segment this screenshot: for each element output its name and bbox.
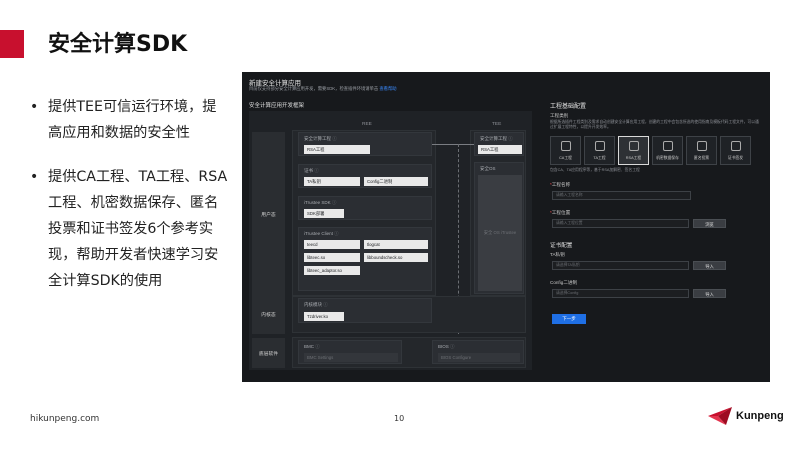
ta-project-value: RSA工程 (478, 145, 522, 154)
project-location-label: *工程位置 (550, 210, 571, 215)
config-cert-chip: Config二进制 (364, 177, 428, 186)
form-title: 工程基础配置 (550, 104, 587, 110)
bullet-text: 提供TEE可信运行环境，提高应用和数据的安全性 (48, 99, 217, 141)
kernel-mode-label: 内核态 (252, 294, 285, 334)
footer-url: hikunpeng.com (30, 414, 100, 424)
type-card-anonymous-vote[interactable]: 匿名投票 (686, 136, 717, 165)
tee-os-label: 安全OS (480, 166, 496, 171)
kernel-module-label: 内核模块 ⓘ (304, 302, 328, 307)
ree-column-label: REE (362, 122, 372, 127)
help-link[interactable]: 查看帮助 (379, 86, 396, 91)
tee-column-label: TEE (492, 122, 502, 127)
ta-project-box: 安全计算工程 ⓘ RSA工程 (474, 132, 524, 156)
project-type-desc: 根据所选插件工程类别及需求自动创建安全计算应用工程，创建的工程中会包含所选的使用… (550, 120, 759, 129)
bullet-dot-icon: • (30, 99, 39, 115)
ca-project-box: 安全计算工程 ⓘ RSA工程 (298, 132, 432, 156)
client-item-libteec: libteec.so (304, 253, 360, 262)
help-icon: ⓘ (450, 344, 455, 349)
type-card-ta[interactable]: TA工程 (584, 136, 615, 165)
config-input[interactable]: 请选择Config (552, 289, 689, 298)
client-item-libteec-adaptor: libteec_adaptor.so (304, 266, 360, 275)
help-icon: ⓘ (334, 231, 339, 236)
ca-project-value: RSA工程 (304, 145, 370, 154)
ta-project-label: 安全计算工程 ⓘ (480, 136, 513, 141)
itrustee-sdk-box: iTrustee SDK ⓘ SDK部署 (298, 196, 432, 220)
itrustee-client-box: iTrustee Client ⓘ teecd tlogcat libteec.… (298, 227, 432, 291)
bullet-dot-icon: • (30, 169, 39, 185)
slide-title: 安全计算SDK (48, 32, 188, 57)
arch-panel-title: 安全计算应用开发框架 (249, 103, 305, 109)
next-step-button[interactable]: 下一步 (552, 314, 586, 324)
import-ta-key-button[interactable]: 导入 (693, 261, 726, 270)
secure-storage-icon (663, 141, 673, 151)
ca-project-label: 安全计算工程 ⓘ (304, 136, 337, 141)
bmc-box: BMC ⓘ BMC Settings (298, 340, 402, 364)
bullet-text: 提供CA工程、TA工程、RSA工程、机密数据保存、匿名投票和证书签发6个参考实现… (48, 169, 228, 289)
kunpeng-logo-icon (708, 407, 732, 425)
project-type-label: 工程类别 (550, 113, 569, 118)
bullet-item: • 提供CA工程、TA工程、RSA工程、机密数据保存、匿名投票和证书签发6个参考… (30, 164, 230, 294)
bios-label: BIOS ⓘ (438, 344, 455, 349)
itrustee-client-label: iTrustee Client ⓘ (304, 231, 339, 236)
sdk-deploy-chip: SDK部署 (304, 209, 344, 218)
tee-os-box: 安全OS 安全 OS iTrustee (474, 162, 524, 294)
config-label: Config二进制 (550, 280, 578, 285)
help-icon: ⓘ (331, 200, 337, 205)
client-item-libboundscheck: libboundscheck.so (364, 253, 428, 262)
project-location-input[interactable]: 请输入工程位置 (552, 219, 689, 228)
help-icon: ⓘ (332, 136, 337, 141)
certificate-label: 证书 ⓘ (304, 168, 319, 173)
title-accent-bar (0, 30, 24, 58)
project-name-input[interactable]: 请输入工程名称 (552, 191, 691, 200)
ta-project-icon (595, 141, 605, 151)
tee-os-fill: 安全 OS iTrustee (478, 175, 522, 291)
bullet-item: • 提供TEE可信运行环境，提高应用和数据的安全性 (30, 94, 230, 146)
help-icon: ⓘ (314, 168, 319, 173)
type-card-rsa[interactable]: RSA工程 (618, 136, 649, 165)
page-number: 10 (394, 414, 405, 423)
project-type-note: 包含CA、TA应用程序等，基于RSA加解密、签名工程 (550, 168, 640, 172)
firmware-label: 底层软件 (252, 338, 285, 368)
kernel-module-box: 内核模块 ⓘ Tzdriver.ko (298, 298, 432, 323)
client-item-tlogcat: tlogcat (364, 240, 428, 249)
help-icon: ⓘ (323, 302, 328, 307)
type-card-ca[interactable]: CA工程 (550, 136, 581, 165)
bios-input[interactable]: BIOS Configure (438, 353, 520, 362)
browse-button[interactable]: 浏览 (693, 219, 726, 228)
itrustee-sdk-label: iTrustee SDK ⓘ (304, 200, 337, 205)
subtitle-text: 目前仅支持部分安全计算应用开发，需要SDK，检查插件环境请单击 (249, 86, 379, 91)
logo-wordmark: Kunpeng (736, 410, 784, 422)
ide-screenshot: 新建安全计算应用 目前仅支持部分安全计算应用开发，需要SDK，检查插件环境请单击… (242, 72, 770, 382)
connector-line (458, 144, 474, 145)
rsa-project-icon (629, 141, 639, 151)
cert-section-title: 证书配置 (550, 243, 573, 249)
connector-line (432, 144, 458, 145)
help-icon: ⓘ (508, 136, 513, 141)
bios-box: BIOS ⓘ BIOS Configure (432, 340, 524, 364)
import-config-button[interactable]: 导入 (693, 289, 726, 298)
type-card-secure-storage[interactable]: 机密数据保存 (652, 136, 683, 165)
vote-icon (697, 141, 707, 151)
ca-project-icon (561, 141, 571, 151)
ta-key-input[interactable]: 请选择TA私钥 (552, 261, 689, 270)
bmc-label: BMC ⓘ (304, 344, 320, 349)
ta-key-label: TA私钥 (550, 252, 565, 257)
help-icon: ⓘ (315, 344, 320, 349)
bullet-list: • 提供TEE可信运行环境，提高应用和数据的安全性 • 提供CA工程、TA工程、… (30, 94, 230, 312)
kunpeng-logo: Kunpeng (706, 405, 784, 427)
certificate-box: 证书 ⓘ TA私钥 Config二进制 (298, 164, 432, 188)
type-card-cert-issue[interactable]: 证书签发 (720, 136, 751, 165)
project-name-label: *工程名称 (550, 182, 571, 187)
certificate-icon (731, 141, 741, 151)
user-mode-label: 用户态 (252, 132, 285, 297)
ta-cert-chip: TA私钥 (304, 177, 360, 186)
client-item-teecd: teecd (304, 240, 360, 249)
tzdriver-chip: Tzdriver.ko (304, 312, 344, 321)
project-type-cards: CA工程 TA工程 RSA工程 机密数据保存 匿名投票 证书签发 (550, 136, 754, 165)
screenshot-subtitle: 目前仅支持部分安全计算应用开发，需要SDK，检查插件环境请单击 查看帮助 (249, 86, 397, 92)
bmc-input[interactable]: BMC Settings (304, 353, 398, 362)
